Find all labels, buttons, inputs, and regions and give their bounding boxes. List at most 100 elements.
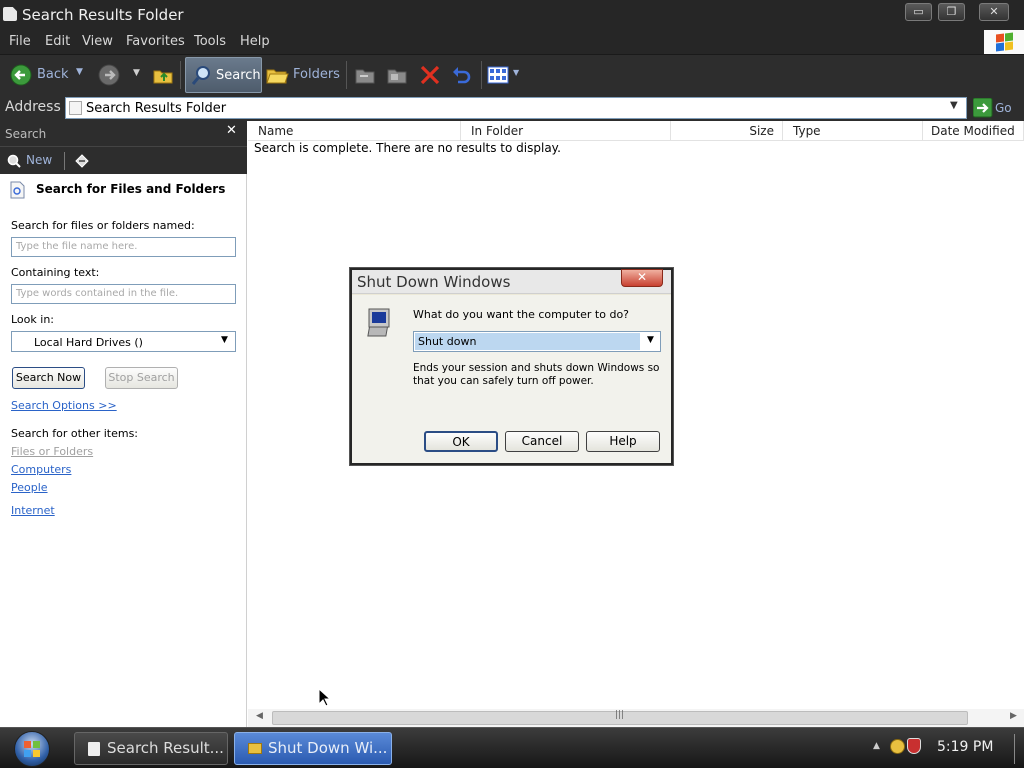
shutdown-dropdown-icon[interactable]: ▼ xyxy=(647,335,654,345)
horizontal-scrollbar[interactable]: ◀ ||| ▶ xyxy=(248,709,1024,727)
column-header-size[interactable]: Size xyxy=(671,121,783,141)
tray-status-icon[interactable] xyxy=(890,739,905,754)
tray-expand-icon[interactable]: ▲ xyxy=(873,741,880,751)
search-toolbar-button[interactable]: Search xyxy=(185,57,262,93)
taskbar-item-label: Search Result... xyxy=(107,739,224,757)
dialog-question: What do you want the computer to do? xyxy=(413,308,630,321)
files-or-folders-link[interactable]: Files or Folders xyxy=(11,445,93,458)
delete-icon[interactable] xyxy=(419,64,441,86)
taskbar-item-shutdown[interactable]: Shut Down Wi... xyxy=(234,732,392,765)
taskbar-clock[interactable]: 5:19 PM xyxy=(937,739,993,755)
search-pane: Search ✕ New Search for Files and Folder… xyxy=(0,121,247,727)
back-dropdown-icon[interactable]: ▼ xyxy=(76,67,83,77)
go-arrow-icon xyxy=(973,98,993,118)
scroll-right-icon[interactable]: ▶ xyxy=(1010,711,1017,721)
people-link[interactable]: People xyxy=(11,481,48,494)
search-pane-header: Search ✕ xyxy=(0,121,247,146)
file-name-input[interactable]: Type the file name here. xyxy=(11,237,236,257)
column-header-date-modified[interactable]: Date Modified xyxy=(923,121,1024,141)
containing-text-input[interactable]: Type words contained in the file. xyxy=(11,284,236,304)
ok-button[interactable]: OK xyxy=(424,431,498,452)
close-button[interactable]: ✕ xyxy=(979,3,1009,21)
address-dropdown-icon[interactable]: ▼ xyxy=(950,100,958,111)
search-companion-icon[interactable] xyxy=(74,153,90,169)
menu-help[interactable]: Help xyxy=(240,34,270,49)
copy-to-icon[interactable] xyxy=(386,64,408,86)
subtoolbar-separator xyxy=(64,152,65,170)
window-title: Search Results Folder xyxy=(22,6,184,24)
column-header-type[interactable]: Type xyxy=(783,121,923,141)
other-items-label: Search for other items: xyxy=(11,427,138,440)
column-header-in-folder[interactable]: In Folder xyxy=(461,121,671,141)
menu-favorites[interactable]: Favorites xyxy=(126,34,185,49)
results-message: Search is complete. There are no results… xyxy=(254,141,561,155)
menu-tools[interactable]: Tools xyxy=(194,34,226,49)
scrollbar-thumb[interactable]: ||| xyxy=(272,710,968,725)
toolbar-separator xyxy=(481,61,482,89)
search-subtoolbar: New xyxy=(0,146,247,174)
taskbar-item-search-results[interactable]: Search Result... xyxy=(74,732,228,765)
shutdown-option-select[interactable]: Shut down ▼ xyxy=(413,331,661,352)
internet-link[interactable]: Internet xyxy=(11,504,55,517)
close-pane-icon[interactable]: ✕ xyxy=(226,123,237,138)
stop-search-button[interactable]: Stop Search xyxy=(105,367,178,389)
folders-label: Folders xyxy=(293,67,340,82)
computer-icon xyxy=(367,308,390,337)
column-header-name[interactable]: Name xyxy=(248,121,461,141)
title-bar: Search Results Folder ▭ ❐ ✕ xyxy=(0,0,1024,30)
folders-button[interactable]: Folders xyxy=(266,62,340,88)
views-icon[interactable] xyxy=(487,64,511,86)
dialog-title: Shut Down Windows xyxy=(357,273,511,291)
minimize-button[interactable]: ▭ xyxy=(905,3,932,21)
search-options-link[interactable]: Search Options >> xyxy=(11,399,117,412)
menu-edit[interactable]: Edit xyxy=(45,34,70,49)
dialog-close-button[interactable]: ✕ xyxy=(621,269,663,287)
shutdown-option-value: Shut down xyxy=(418,335,477,348)
forward-arrow-icon[interactable] xyxy=(98,64,120,86)
folder-window-icon xyxy=(88,742,100,756)
menu-view[interactable]: View xyxy=(82,34,113,49)
look-in-select[interactable]: Local Hard Drives () ▼ xyxy=(11,331,236,352)
back-arrow-icon xyxy=(10,64,32,86)
containing-text-placeholder: Type words contained in the file. xyxy=(16,288,179,299)
menu-file[interactable]: File xyxy=(9,34,31,49)
start-button[interactable] xyxy=(14,731,50,767)
cancel-button[interactable]: Cancel xyxy=(505,431,579,452)
search-now-button[interactable]: Search Now xyxy=(12,367,85,389)
up-folder-icon[interactable] xyxy=(152,64,174,86)
toolbar-separator xyxy=(180,61,181,89)
new-search-icon xyxy=(7,154,21,168)
look-in-dropdown-icon[interactable]: ▼ xyxy=(221,335,228,345)
windows-logo-icon xyxy=(24,741,40,757)
go-label: Go xyxy=(995,101,1012,115)
address-field[interactable]: Search Results Folder ▼ xyxy=(65,97,967,119)
back-button[interactable]: Back xyxy=(4,62,69,88)
search-pane-title: Search xyxy=(5,127,47,141)
name-field-label: Search for files or folders named: xyxy=(11,219,195,232)
address-bar: Address Search Results Folder ▼ Go xyxy=(0,95,1024,121)
look-in-label: Look in: xyxy=(11,313,54,326)
address-value: Search Results Folder xyxy=(86,101,227,116)
magnifier-icon xyxy=(191,66,210,85)
folder-app-icon xyxy=(3,7,17,21)
undo-icon[interactable] xyxy=(450,64,472,86)
forward-dropdown-icon[interactable]: ▼ xyxy=(133,68,140,78)
taskbar-item-label: Shut Down Wi... xyxy=(268,739,388,757)
views-dropdown-icon[interactable]: ▼ xyxy=(513,68,519,77)
move-to-icon[interactable] xyxy=(354,64,376,86)
shutdown-dialog: Shut Down Windows ✕ What do you want the… xyxy=(350,268,673,465)
menu-bar: File Edit View Favorites Tools Help xyxy=(0,30,1024,54)
shutdown-description: Ends your session and shuts down Windows… xyxy=(413,362,660,387)
show-desktop-button[interactable] xyxy=(1014,734,1020,764)
computers-link[interactable]: Computers xyxy=(11,463,71,476)
security-shield-icon[interactable] xyxy=(907,738,921,754)
new-search-button[interactable]: New xyxy=(6,152,60,170)
address-label: Address xyxy=(5,99,61,115)
go-button[interactable]: Go xyxy=(971,97,1021,119)
scroll-left-icon[interactable]: ◀ xyxy=(256,711,263,721)
windows-flag-icon xyxy=(984,30,1024,54)
restore-button[interactable]: ❐ xyxy=(938,3,965,21)
dialog-title-bar: Shut Down Windows ✕ xyxy=(352,269,671,294)
search-label: Search xyxy=(216,68,261,83)
help-button[interactable]: Help xyxy=(586,431,660,452)
